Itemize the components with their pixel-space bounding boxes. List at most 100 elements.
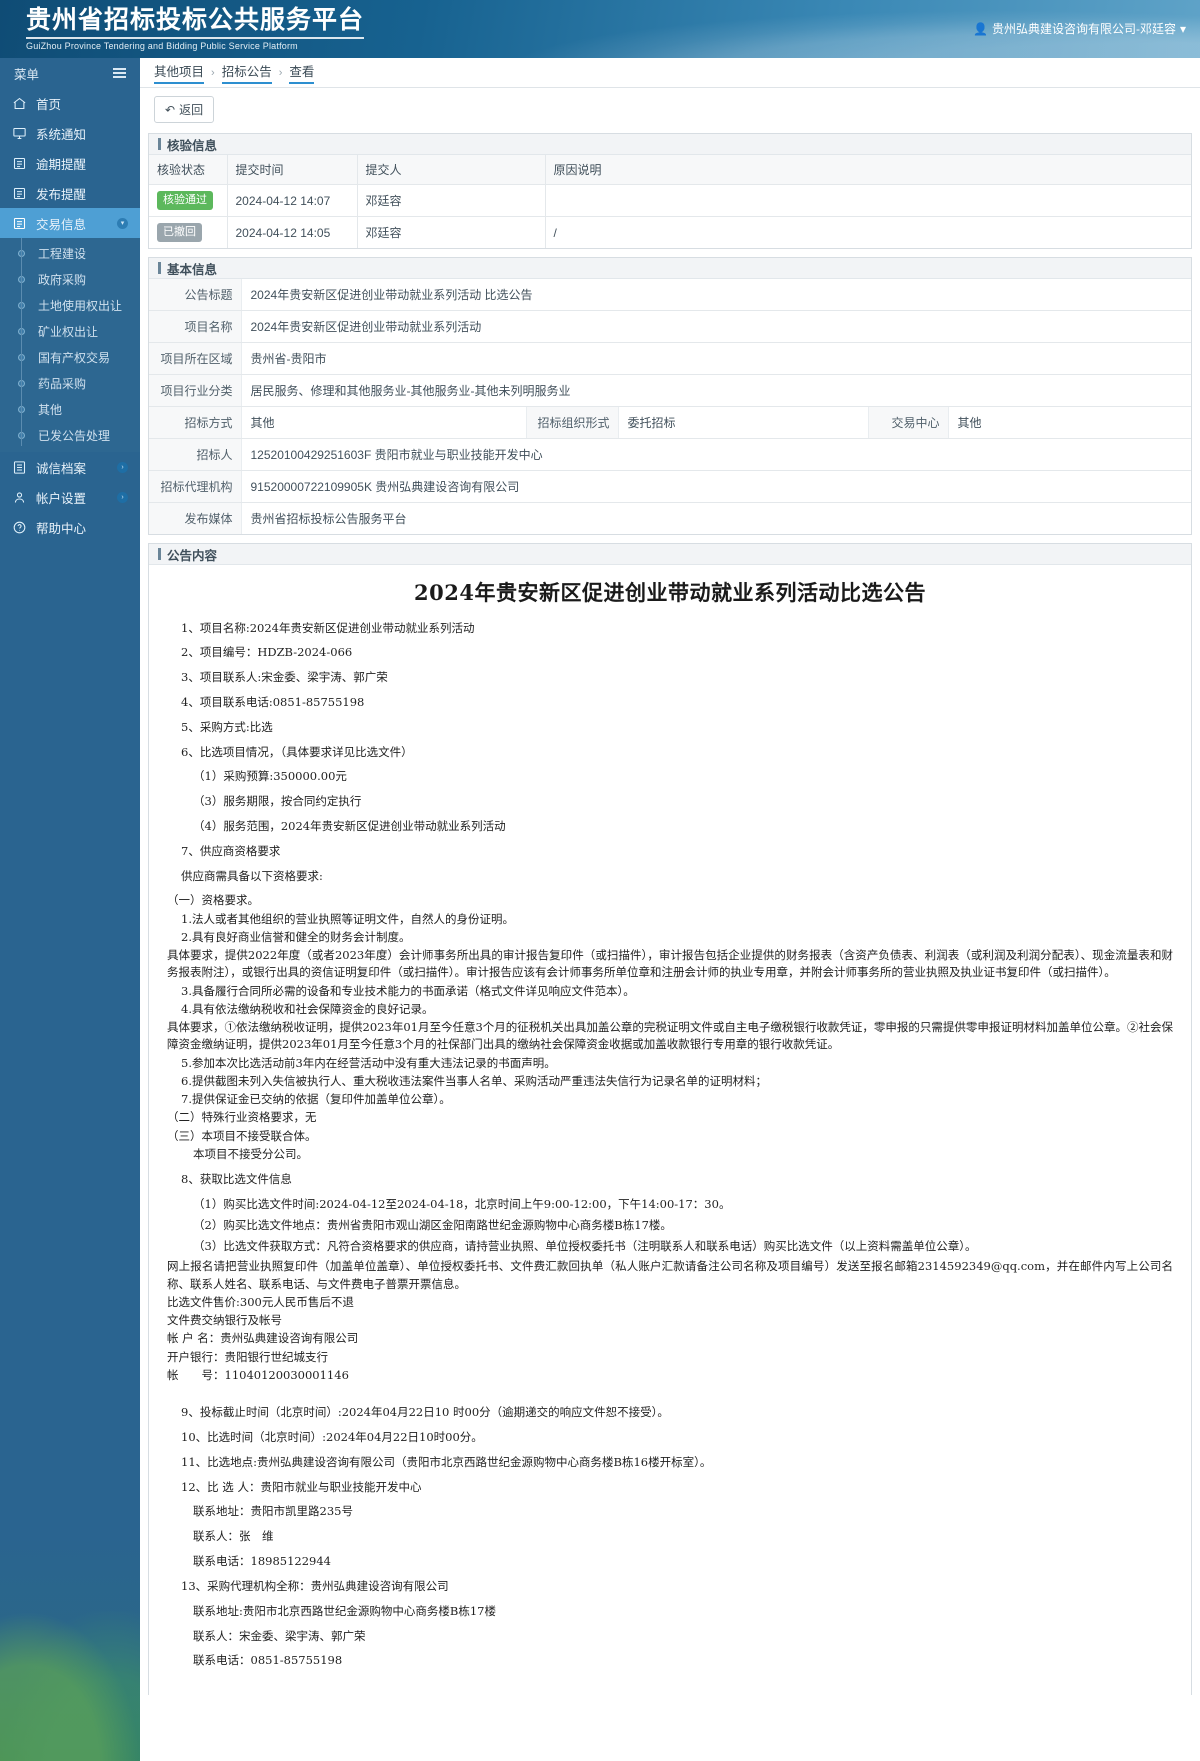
qualification-item: 4.具有依法缴纳税收和社会保障资金的良好记录。: [181, 1001, 434, 1016]
section-marker: [158, 548, 161, 560]
announcement-line: 10、比选时间（北京时间）:2024年04月22日10时00分。: [181, 1430, 483, 1445]
contact-line: 联系地址：贵阳市凯里路235号: [193, 1504, 353, 1519]
contact-line: 联系人：张 维: [193, 1529, 274, 1544]
announcement-line: 1、项目名称:2024年贵安新区促进创业带动就业系列活动: [181, 620, 475, 635]
value-media: 贵州省招标投标公告服务平台: [250, 512, 407, 526]
clause-no-branch: 本项目不接受分公司。: [193, 1146, 308, 1161]
breadcrumb-item-tender-notice[interactable]: 招标公告: [221, 61, 272, 84]
sidebar-item-system-notice[interactable]: 系统通知: [0, 118, 140, 148]
sidebar-item-publish-reminder[interactable]: 发布提醒: [0, 178, 140, 208]
announcement-subline: （3）比选文件获取方式：凡符合资格要求的供应商，请持营业执照、单位授权委托书（注…: [193, 1238, 977, 1253]
site-header: 贵州省招标投标公共服务平台 GuiZhou Province Tendering…: [0, 0, 1200, 58]
basic-info-table: 公告标题 2024年贵安新区促进创业带动就业系列活动 比选公告 项目名称 202…: [149, 279, 1191, 534]
sidebar-item-account-settings[interactable]: 帐户设置 ›: [0, 482, 140, 512]
cell-submit-time: 2024-04-12 14:07: [227, 184, 358, 217]
qualification-item: 1.法人或者其他组织的营业执照等证明文件，自然人的身份证明。: [181, 911, 514, 926]
announcement-line: 4、项目联系电话:0851-85755198: [181, 694, 365, 709]
qualification-item: 5.参加本次比选活动前3年内在经营活动中没有重大违法记录的书面声明。: [181, 1055, 556, 1070]
qualification-item: 3.具备履行合同所必需的设备和专业技术能力的书面承诺（格式文件详见响应文件范本）…: [181, 983, 635, 998]
field-row-media: 发布媒体 贵州省招标投标公告服务平台: [149, 502, 1191, 534]
qualification-detail: 具体要求，提供2022年度（或者2023年度）会计师事务所出具的审计报告复印件（…: [167, 948, 1173, 980]
announcement-line: 11、比选地点:贵州弘典建设咨询有限公司（贵阳市北京西路世纪金源购物中心商务楼B…: [181, 1454, 712, 1469]
qualification-detail: 具体要求，①依法缴纳税收证明，提供2023年01月至今任意3个月的征税机关出具加…: [167, 1020, 1173, 1052]
sidebar-item-help-center[interactable]: 帮助中心: [0, 512, 140, 542]
sidebar-item-label: 系统通知: [36, 127, 87, 142]
table-header-row: 核验状态 提交时间 提交人 原因说明: [149, 155, 1191, 185]
label-notice-title: 公告标题: [149, 279, 242, 311]
toolbar: ↶ 返回: [140, 88, 1200, 129]
table-row: 已撤回 2024-04-12 14:05 邓廷容 /: [149, 216, 1191, 248]
announcement-line: 3、项目联系人:宋金委、梁宇涛、郭广荣: [181, 670, 388, 685]
qualification-heading: （一）资格要求。: [167, 893, 259, 908]
verify-panel-title: 核验信息: [167, 138, 218, 153]
field-row-bid-method: 招标方式 其他 招标组织形式 委托招标 交易中心 其他: [149, 406, 1191, 439]
sidebar: 菜单 首页 系统通知 逾期提醒 发布提醒 交易信息 ▾ 工程建设 政府采购 土地…: [0, 58, 140, 1761]
contact-line: 联系电话：18985122944: [193, 1554, 331, 1569]
subitem-label: 工程建设: [38, 246, 87, 261]
announcement-line: 5、采购方式:比选: [181, 719, 273, 734]
table-row: 核验通过 2024-04-12 14:07 邓廷容: [149, 184, 1191, 217]
status-badge: 核验通过: [157, 191, 213, 210]
field-row-region: 项目所在区域 贵州省-贵阳市: [149, 342, 1191, 375]
clause-no-consortium: （三）本项目不接受联合体。: [167, 1128, 317, 1143]
sidebar-nav: 首页 系统通知 逾期提醒 发布提醒 交易信息 ▾ 工程建设 政府采购 土地使用权…: [0, 88, 140, 542]
field-row-agency: 招标代理机构 91520000722109905K 贵州弘典建设咨询有限公司: [149, 470, 1191, 503]
cell-status: 核验通过: [149, 184, 228, 217]
brand-title: 贵州省招标投标公共服务平台: [26, 5, 365, 40]
sidebar-item-credit-archive[interactable]: 诚信档案 ›: [0, 452, 140, 482]
verify-panel: 核验信息 核验状态 提交时间 提交人 原因说明 核验通过 2024-04-12 …: [148, 133, 1192, 249]
label-industry: 项目行业分类: [149, 374, 242, 407]
page-root: 贵州省招标投标公共服务平台 GuiZhou Province Tendering…: [0, 0, 1200, 1761]
announcement-line: 6、比选项目情况，（具体要求详见比选文件）: [181, 744, 413, 759]
column-submit-time: 提交时间: [227, 155, 358, 185]
sidebar-item-label: 发布提醒: [36, 187, 87, 202]
qualification-item: 2.具有良好商业信誉和健全的财务会计制度。: [181, 929, 411, 944]
verify-table: 核验状态 提交时间 提交人 原因说明 核验通过 2024-04-12 14:07…: [149, 155, 1191, 248]
sidebar-item-label: 首页: [36, 97, 62, 112]
cell-reason: [545, 184, 1191, 217]
verify-panel-header: 核验信息: [149, 133, 1191, 155]
column-status: 核验状态: [149, 155, 228, 185]
subitem-label: 土地使用权出让: [38, 298, 123, 313]
column-submitter: 提交人: [357, 155, 546, 185]
back-button-label: 返回: [179, 103, 204, 117]
label-tenderer: 招标人: [149, 438, 242, 471]
sidebar-item-overdue-reminder[interactable]: 逾期提醒: [0, 148, 140, 178]
home-icon: [13, 97, 26, 109]
cell-submitter: 邓廷容: [357, 216, 546, 248]
question-icon: [13, 521, 26, 533]
value-tenderer: 12520100429251603F 贵阳市就业与职业技能开发中心: [241, 438, 1191, 471]
main-content: 其他项目 › 招标公告 › 查看 ↶ 返回 核验信息 核验状态 提交时间 提交人…: [140, 58, 1200, 1761]
breadcrumb-item-other-projects[interactable]: 其他项目: [154, 61, 205, 84]
field-row-tenderer: 招标人 12520100429251603F 贵阳市就业与职业技能开发中心: [149, 438, 1191, 471]
sidebar-item-home[interactable]: 首页: [0, 88, 140, 118]
label-media: 发布媒体: [149, 502, 242, 534]
hamburger-icon[interactable]: [113, 65, 126, 80]
user-account-menu[interactable]: 👤 贵州弘典建设咨询有限公司-邓廷容 ▾: [973, 20, 1186, 37]
value-notice-title: 2024年贵安新区促进创业带动就业系列活动 比选公告: [241, 279, 1191, 311]
back-button[interactable]: ↶ 返回: [154, 96, 215, 123]
label-agency: 招标代理机构: [149, 470, 242, 503]
announcement-line: 12、比 选 人：贵阳市就业与职业技能开发中心: [181, 1479, 422, 1494]
breadcrumb-separator: ›: [278, 66, 283, 79]
sidebar-item-label: 帮助中心: [36, 521, 87, 536]
announcement-subline: （1）购买比选文件时间:2024-04-12至2024-04-18，北京时间上午…: [193, 1197, 731, 1212]
user-icon: [14, 491, 25, 503]
label-center: 交易中心: [867, 406, 949, 439]
price-line: 比选文件售价:300元人民币售后不退: [167, 1294, 354, 1309]
value-org-form: 委托招标: [618, 406, 868, 439]
basic-info-panel: 基本信息 公告标题 2024年贵安新区促进创业带动就业系列活动 比选公告 项目名…: [148, 257, 1192, 535]
announcement-subline: （4）服务范围，2024年贵安新区促进创业带动就业系列活动: [193, 819, 506, 834]
price-line: 帐 号：11040120030001146: [167, 1367, 349, 1382]
announcement-subline: （1）采购预算:350000.00元: [193, 769, 347, 784]
mail-registration-paragraph: 网上报名请把营业执照复印件（加盖单位盖章）、单位授权委托书、文件费汇款回执单（私…: [167, 1259, 1173, 1291]
announcement-line: 7、供应商资格要求: [181, 843, 281, 858]
sidebar-item-transaction-info[interactable]: 交易信息 ▾: [0, 208, 140, 238]
subitem-label: 政府采购: [38, 272, 87, 287]
sidebar-submenu-transaction-info: 工程建设 政府采购 土地使用权出让 矿业权出让 国有产权交易 药品采购 其他 已…: [0, 238, 140, 452]
section-marker: [158, 262, 161, 274]
document-icon: [13, 217, 26, 229]
breadcrumb: 其他项目 › 招标公告 › 查看: [140, 58, 1200, 88]
price-line: 文件费交纳银行及帐号: [167, 1313, 282, 1328]
breadcrumb-item-view[interactable]: 查看: [289, 61, 315, 84]
